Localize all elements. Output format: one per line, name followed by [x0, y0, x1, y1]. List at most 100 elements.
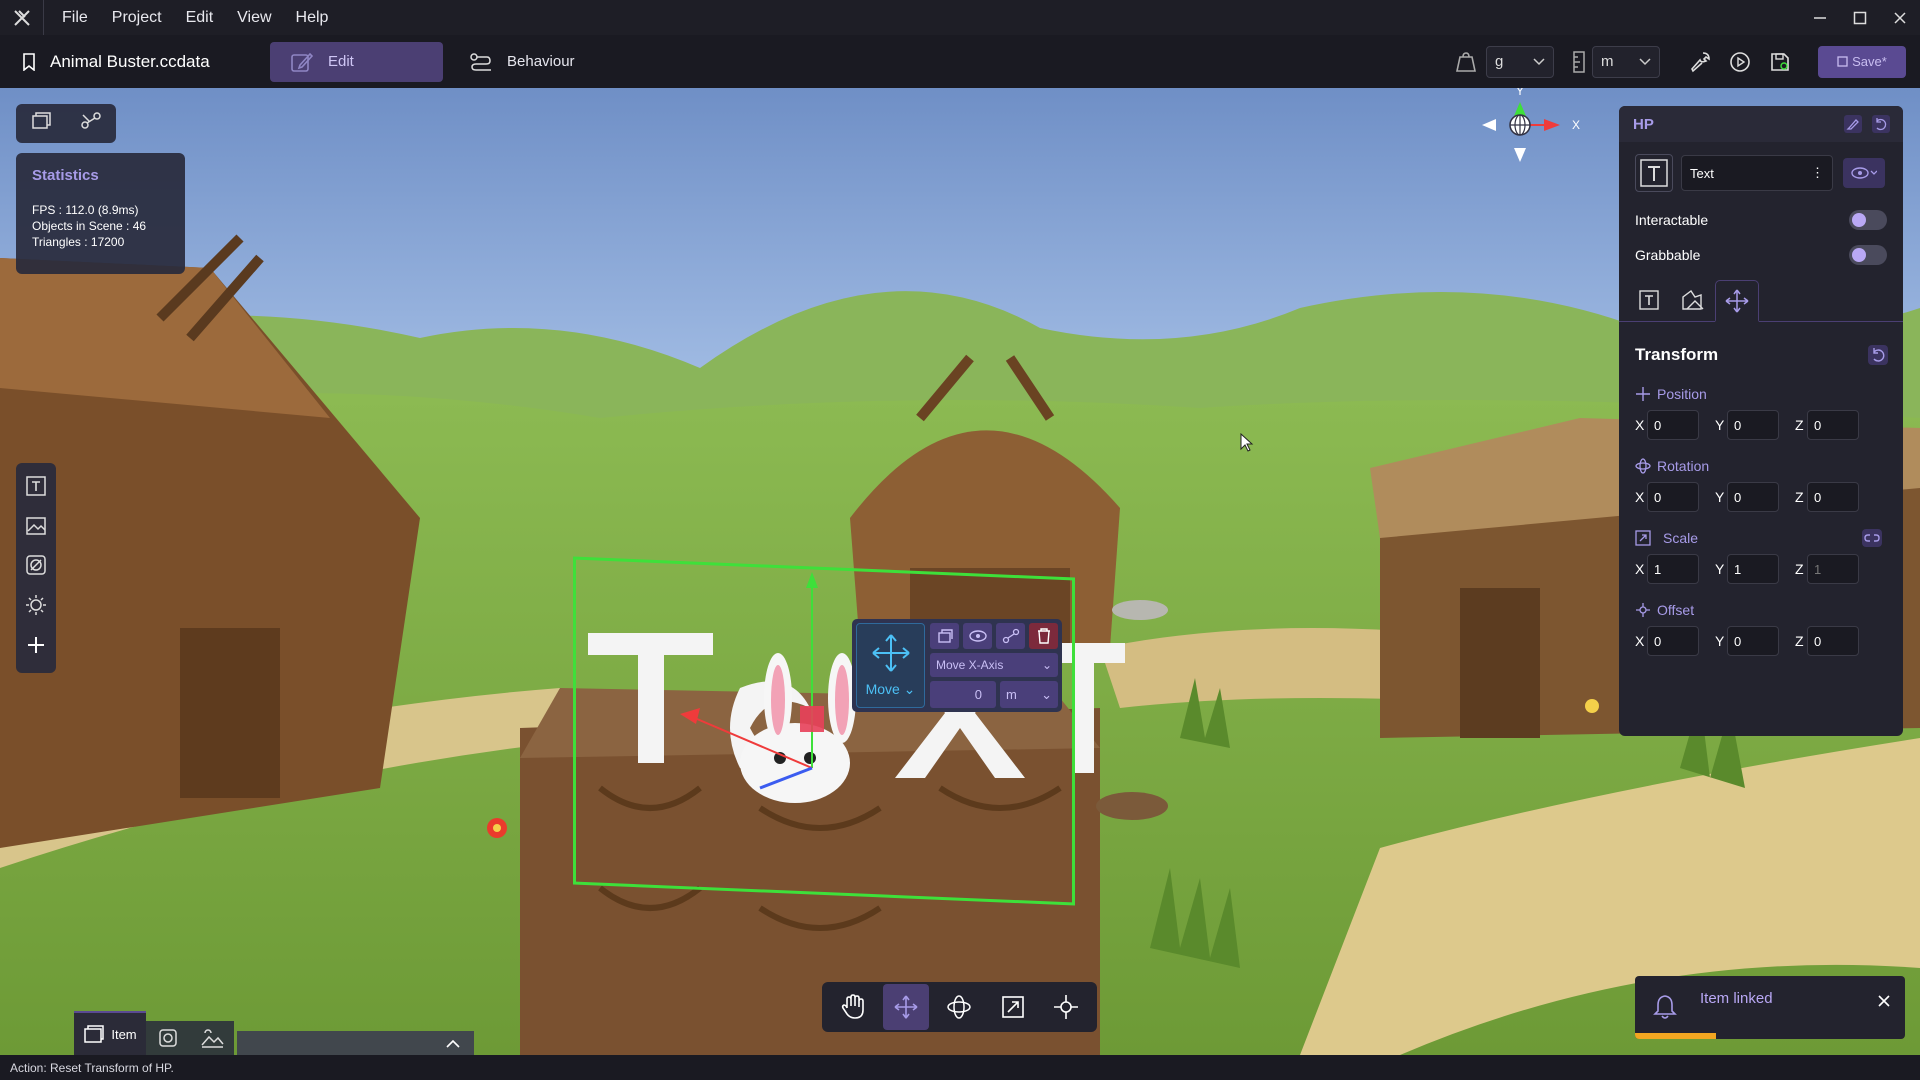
scale-x-input[interactable]: 1 — [1647, 554, 1699, 584]
notification-progress — [1635, 1033, 1716, 1039]
menu-project[interactable]: Project — [100, 9, 174, 27]
tab-edit-label: Edit — [328, 53, 354, 70]
scale-icon — [1635, 530, 1651, 546]
chevron-down-icon: ⌄ — [1041, 686, 1052, 702]
save-export-icon[interactable] — [1760, 42, 1800, 82]
shape-object-icon[interactable] — [25, 554, 47, 581]
mass-unit-select[interactable]: g — [1486, 45, 1554, 78]
visibility-icon[interactable] — [963, 623, 992, 649]
menu-file[interactable]: File — [50, 9, 100, 27]
menu-help[interactable]: Help — [284, 9, 341, 27]
item-icon — [84, 1025, 105, 1043]
offset-x-input[interactable]: 0 — [1647, 626, 1699, 656]
app-logo — [0, 0, 44, 35]
link-nodes-icon[interactable] — [996, 623, 1025, 649]
interactable-row: Interactable — [1619, 202, 1903, 237]
reset-transform-icon[interactable] — [1867, 344, 1889, 366]
position-x-input[interactable]: 0 — [1647, 410, 1699, 440]
tab-behaviour[interactable]: Behaviour — [449, 42, 595, 82]
edit-icon — [291, 52, 314, 72]
status-bar: Action: Reset Transform of HP. — [0, 1055, 1920, 1080]
close-icon[interactable] — [1877, 994, 1891, 1008]
tab-environment[interactable] — [190, 1021, 234, 1055]
move-options: Move X-Axis ⌄ 0 m ⌄ — [925, 623, 1058, 708]
rotation-label: Rotation — [1657, 458, 1710, 474]
rotate-icon[interactable] — [936, 984, 982, 1030]
offset-label: Offset — [1657, 602, 1695, 618]
position-y-input[interactable]: 0 — [1727, 410, 1779, 440]
tab-scene[interactable] — [146, 1021, 190, 1055]
environment-icon — [201, 1029, 224, 1048]
behaviour-icon — [470, 52, 491, 71]
editor-app: File Project Edit View Help Animal Buste… — [0, 0, 1920, 1080]
add-icon[interactable] — [25, 634, 47, 661]
tab-item[interactable]: Item — [74, 1011, 146, 1055]
delete-icon[interactable] — [1029, 623, 1058, 649]
close-icon[interactable] — [1880, 0, 1920, 35]
offset-fields: X0 Y0 Z0 — [1619, 620, 1903, 662]
item-tabs: Item — [74, 1011, 234, 1055]
axis-orientation-gizmo[interactable]: Y X — [1470, 88, 1600, 208]
object-name: HP — [1633, 115, 1654, 133]
rotation-x-input[interactable]: 0 — [1647, 482, 1699, 512]
image-object-icon[interactable] — [25, 515, 47, 542]
triangles-readout: Triangles : 17200 — [32, 235, 125, 249]
reset-icon[interactable] — [1871, 114, 1891, 134]
mouse-cursor-icon — [1240, 433, 1254, 452]
component-type-value: Text — [1690, 165, 1714, 181]
layers-icon[interactable] — [30, 111, 52, 136]
minimize-icon[interactable] — [1800, 0, 1840, 35]
bottom-left-tabs: Item — [74, 1011, 474, 1055]
menu-view[interactable]: View — [225, 9, 283, 27]
rotation-z-input[interactable]: 0 — [1807, 482, 1859, 512]
maximize-icon[interactable] — [1840, 0, 1880, 35]
move-axis-select[interactable]: Move X-Axis ⌄ — [930, 653, 1058, 677]
move-icon[interactable] — [883, 984, 930, 1030]
tab-appearance[interactable] — [1671, 279, 1715, 321]
play-icon[interactable] — [1720, 42, 1760, 82]
visibility-toggle[interactable] — [1843, 158, 1885, 188]
scale-z-input[interactable]: 1 — [1807, 554, 1859, 584]
grabbable-label: Grabbable — [1635, 246, 1701, 263]
rename-icon[interactable] — [1843, 114, 1863, 134]
rotation-icon — [1635, 458, 1651, 474]
wrench-icon[interactable] — [1680, 42, 1720, 82]
save-icon — [1837, 56, 1848, 67]
light-object-icon[interactable] — [25, 594, 47, 621]
scale-y-input[interactable]: 1 — [1727, 554, 1779, 584]
tab-text[interactable] — [1627, 279, 1671, 321]
grabbable-toggle[interactable] — [1849, 244, 1887, 265]
transform-header: Transform — [1619, 322, 1903, 374]
text-object-icon[interactable] — [25, 475, 47, 502]
notification-message: Item linked — [1700, 990, 1773, 1007]
move-mode-button[interactable]: Move ⌄ — [856, 623, 925, 708]
panel-expand-strip[interactable] — [237, 1031, 474, 1055]
offset-y-input[interactable]: 0 — [1727, 626, 1779, 656]
hand-icon[interactable] — [830, 984, 876, 1030]
scale-icon[interactable] — [990, 984, 1036, 1030]
interactable-toggle[interactable] — [1849, 209, 1887, 230]
more-vertical-icon[interactable]: ⋮ — [1811, 165, 1824, 181]
component-type-field[interactable]: Text ⋮ — [1681, 155, 1833, 191]
move-value-input[interactable]: 0 — [930, 681, 996, 708]
rotation-y-input[interactable]: 0 — [1727, 482, 1779, 512]
bell-icon — [1653, 995, 1677, 1019]
statistics-panel: Statistics FPS : 112.0 (8.9ms) Objects i… — [16, 153, 185, 274]
move-icon — [1725, 289, 1749, 312]
position-z-input[interactable]: 0 — [1807, 410, 1859, 440]
move-unit-select[interactable]: m ⌄ — [1000, 681, 1058, 708]
tab-transform[interactable] — [1715, 280, 1759, 322]
scale-label: Scale — [1663, 530, 1699, 546]
link-icon[interactable] — [1861, 528, 1883, 548]
link-nodes-icon[interactable] — [80, 111, 102, 136]
tab-edit[interactable]: Edit — [270, 41, 443, 82]
save-button[interactable]: Save* — [1818, 45, 1906, 78]
scale-label-group: Scale — [1635, 530, 1698, 546]
pivot-icon[interactable] — [1043, 984, 1089, 1030]
duplicate-icon[interactable] — [930, 623, 959, 649]
scale-section: Scale — [1619, 518, 1903, 548]
menu-edit[interactable]: Edit — [174, 9, 226, 27]
axis-x-label: X — [1572, 118, 1581, 132]
length-unit-select[interactable]: m — [1592, 45, 1660, 78]
offset-z-input[interactable]: 0 — [1807, 626, 1859, 656]
